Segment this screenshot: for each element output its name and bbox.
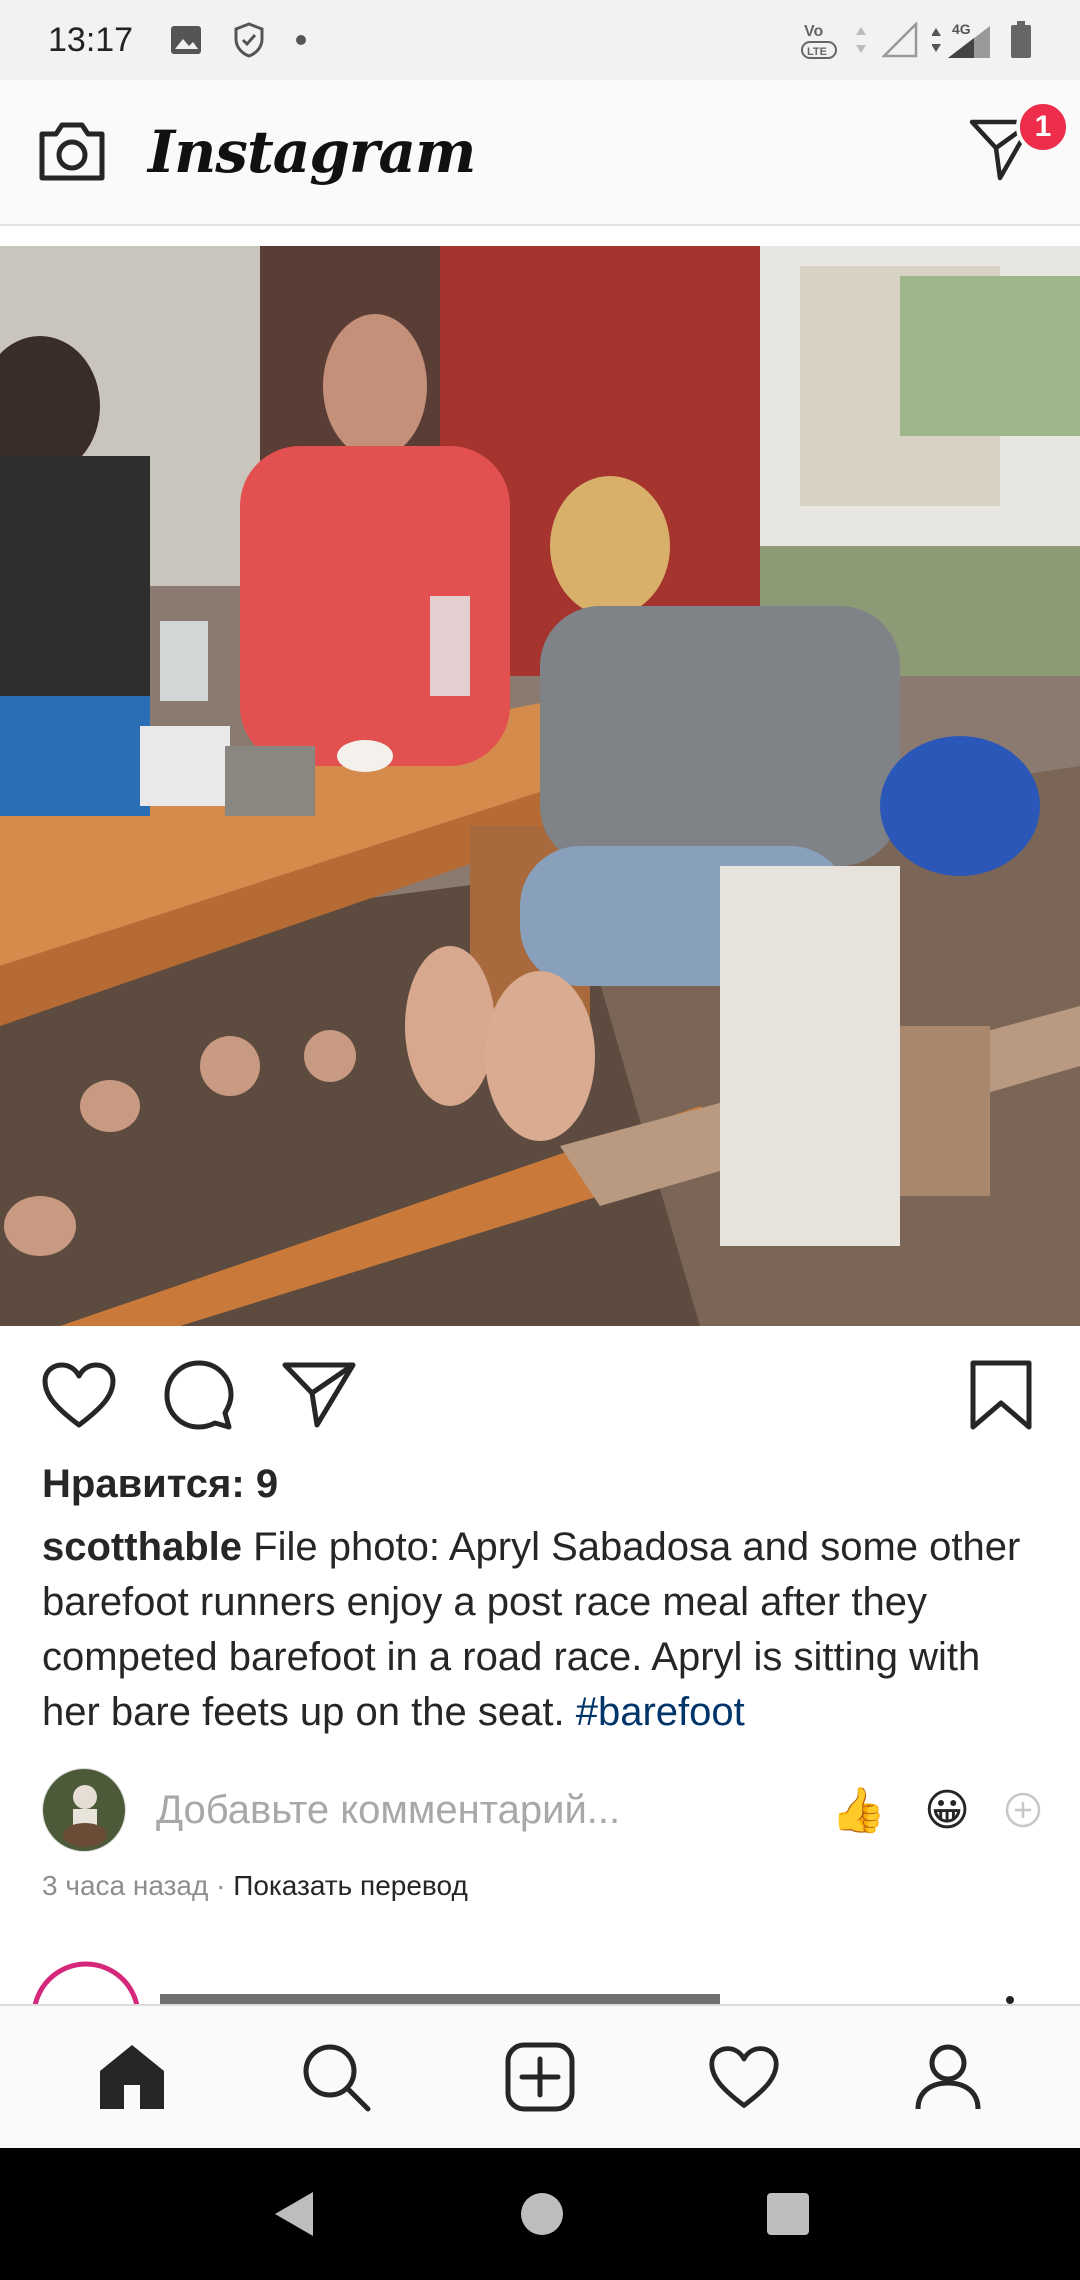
- camera-button[interactable]: [34, 114, 110, 190]
- grinning-emoji-button[interactable]: 😀: [924, 1785, 970, 1836]
- nav-profile[interactable]: [908, 2037, 988, 2117]
- time-ago: 3 часа назад: [42, 1870, 209, 1901]
- instagram-logo: Instagram: [148, 118, 476, 186]
- send-icon: [282, 1362, 356, 1428]
- status-right-icons: Vo LTE 4G: [800, 18, 1032, 62]
- camera-icon: [39, 122, 105, 181]
- thumbs-up-emoji-button[interactable]: 👍: [831, 1784, 886, 1836]
- add-comment-row: Добавьте комментарий... 👍 😀: [42, 1768, 1042, 1852]
- bookmark-icon: [970, 1360, 1032, 1430]
- post-photo: [0, 246, 1080, 1326]
- comment-input[interactable]: Добавьте комментарий...: [156, 1788, 620, 1833]
- avatar[interactable]: [42, 1768, 126, 1852]
- gallery-icon: [171, 26, 202, 54]
- system-navigation-bar: [0, 2148, 1080, 2280]
- signal-empty-icon: [882, 22, 918, 58]
- bottom-navigation: [0, 2004, 1080, 2148]
- post-image[interactable]: [0, 246, 1080, 1326]
- avatar-image: [43, 1769, 125, 1851]
- battery-icon: [1011, 21, 1031, 58]
- meta-separator: ·: [216, 1870, 226, 1901]
- next-post-header: [0, 1960, 1080, 2004]
- heart-icon: [42, 1362, 116, 1428]
- nav-new-post[interactable]: [500, 2037, 580, 2117]
- save-button[interactable]: [962, 1356, 1040, 1434]
- status-bar: 13:17 Vo LTE 4G: [0, 0, 1080, 80]
- caption-username[interactable]: scotthable: [42, 1525, 242, 1569]
- status-left-icons: [169, 22, 307, 58]
- network-4g-icon: 4G: [932, 21, 990, 58]
- heart-outline-icon: [709, 2046, 779, 2108]
- svg-text:4G: 4G: [952, 21, 971, 37]
- data-arrows-icon: [856, 27, 866, 53]
- notification-dot-icon: [296, 35, 307, 45]
- comment-button[interactable]: [160, 1356, 238, 1434]
- shield-icon: [234, 22, 264, 58]
- search-icon: [303, 2044, 371, 2112]
- add-post-icon: [505, 2042, 575, 2112]
- share-button[interactable]: [280, 1356, 358, 1434]
- home-circle-icon[interactable]: [519, 2191, 565, 2237]
- like-button[interactable]: [40, 1356, 118, 1434]
- likes-count[interactable]: Нравится: 9: [42, 1462, 278, 1507]
- next-post-peek: [32, 1961, 1014, 2004]
- translate-link[interactable]: Показать перевод: [233, 1870, 468, 1901]
- nav-activity[interactable]: [704, 2037, 784, 2117]
- nav-search[interactable]: [296, 2037, 376, 2117]
- direct-messages-button[interactable]: 1: [966, 100, 1070, 192]
- comment-bubble-icon: [164, 1360, 234, 1430]
- post-caption: scotthable File photo: Apryl Sabadosa an…: [42, 1520, 1042, 1740]
- post-actions: [0, 1340, 1080, 1450]
- nav-home[interactable]: [92, 2037, 172, 2117]
- add-emoji-icon[interactable]: [1004, 1791, 1042, 1829]
- back-icon[interactable]: [269, 2188, 319, 2240]
- svg-text:Vo: Vo: [804, 23, 823, 40]
- svg-text:LTE: LTE: [807, 46, 827, 58]
- post-meta: 3 часа назад · Показать перевод: [42, 1870, 468, 1902]
- caption-hashtag[interactable]: #barefoot: [576, 1690, 745, 1734]
- profile-icon: [915, 2044, 981, 2110]
- status-time: 13:17: [48, 20, 134, 59]
- volte-icon: Vo LTE: [801, 23, 837, 59]
- recents-square-icon[interactable]: [765, 2191, 811, 2237]
- home-icon: [100, 2045, 164, 2109]
- top-bar: Instagram 1: [0, 80, 1080, 226]
- dm-badge: 1: [1016, 100, 1070, 154]
